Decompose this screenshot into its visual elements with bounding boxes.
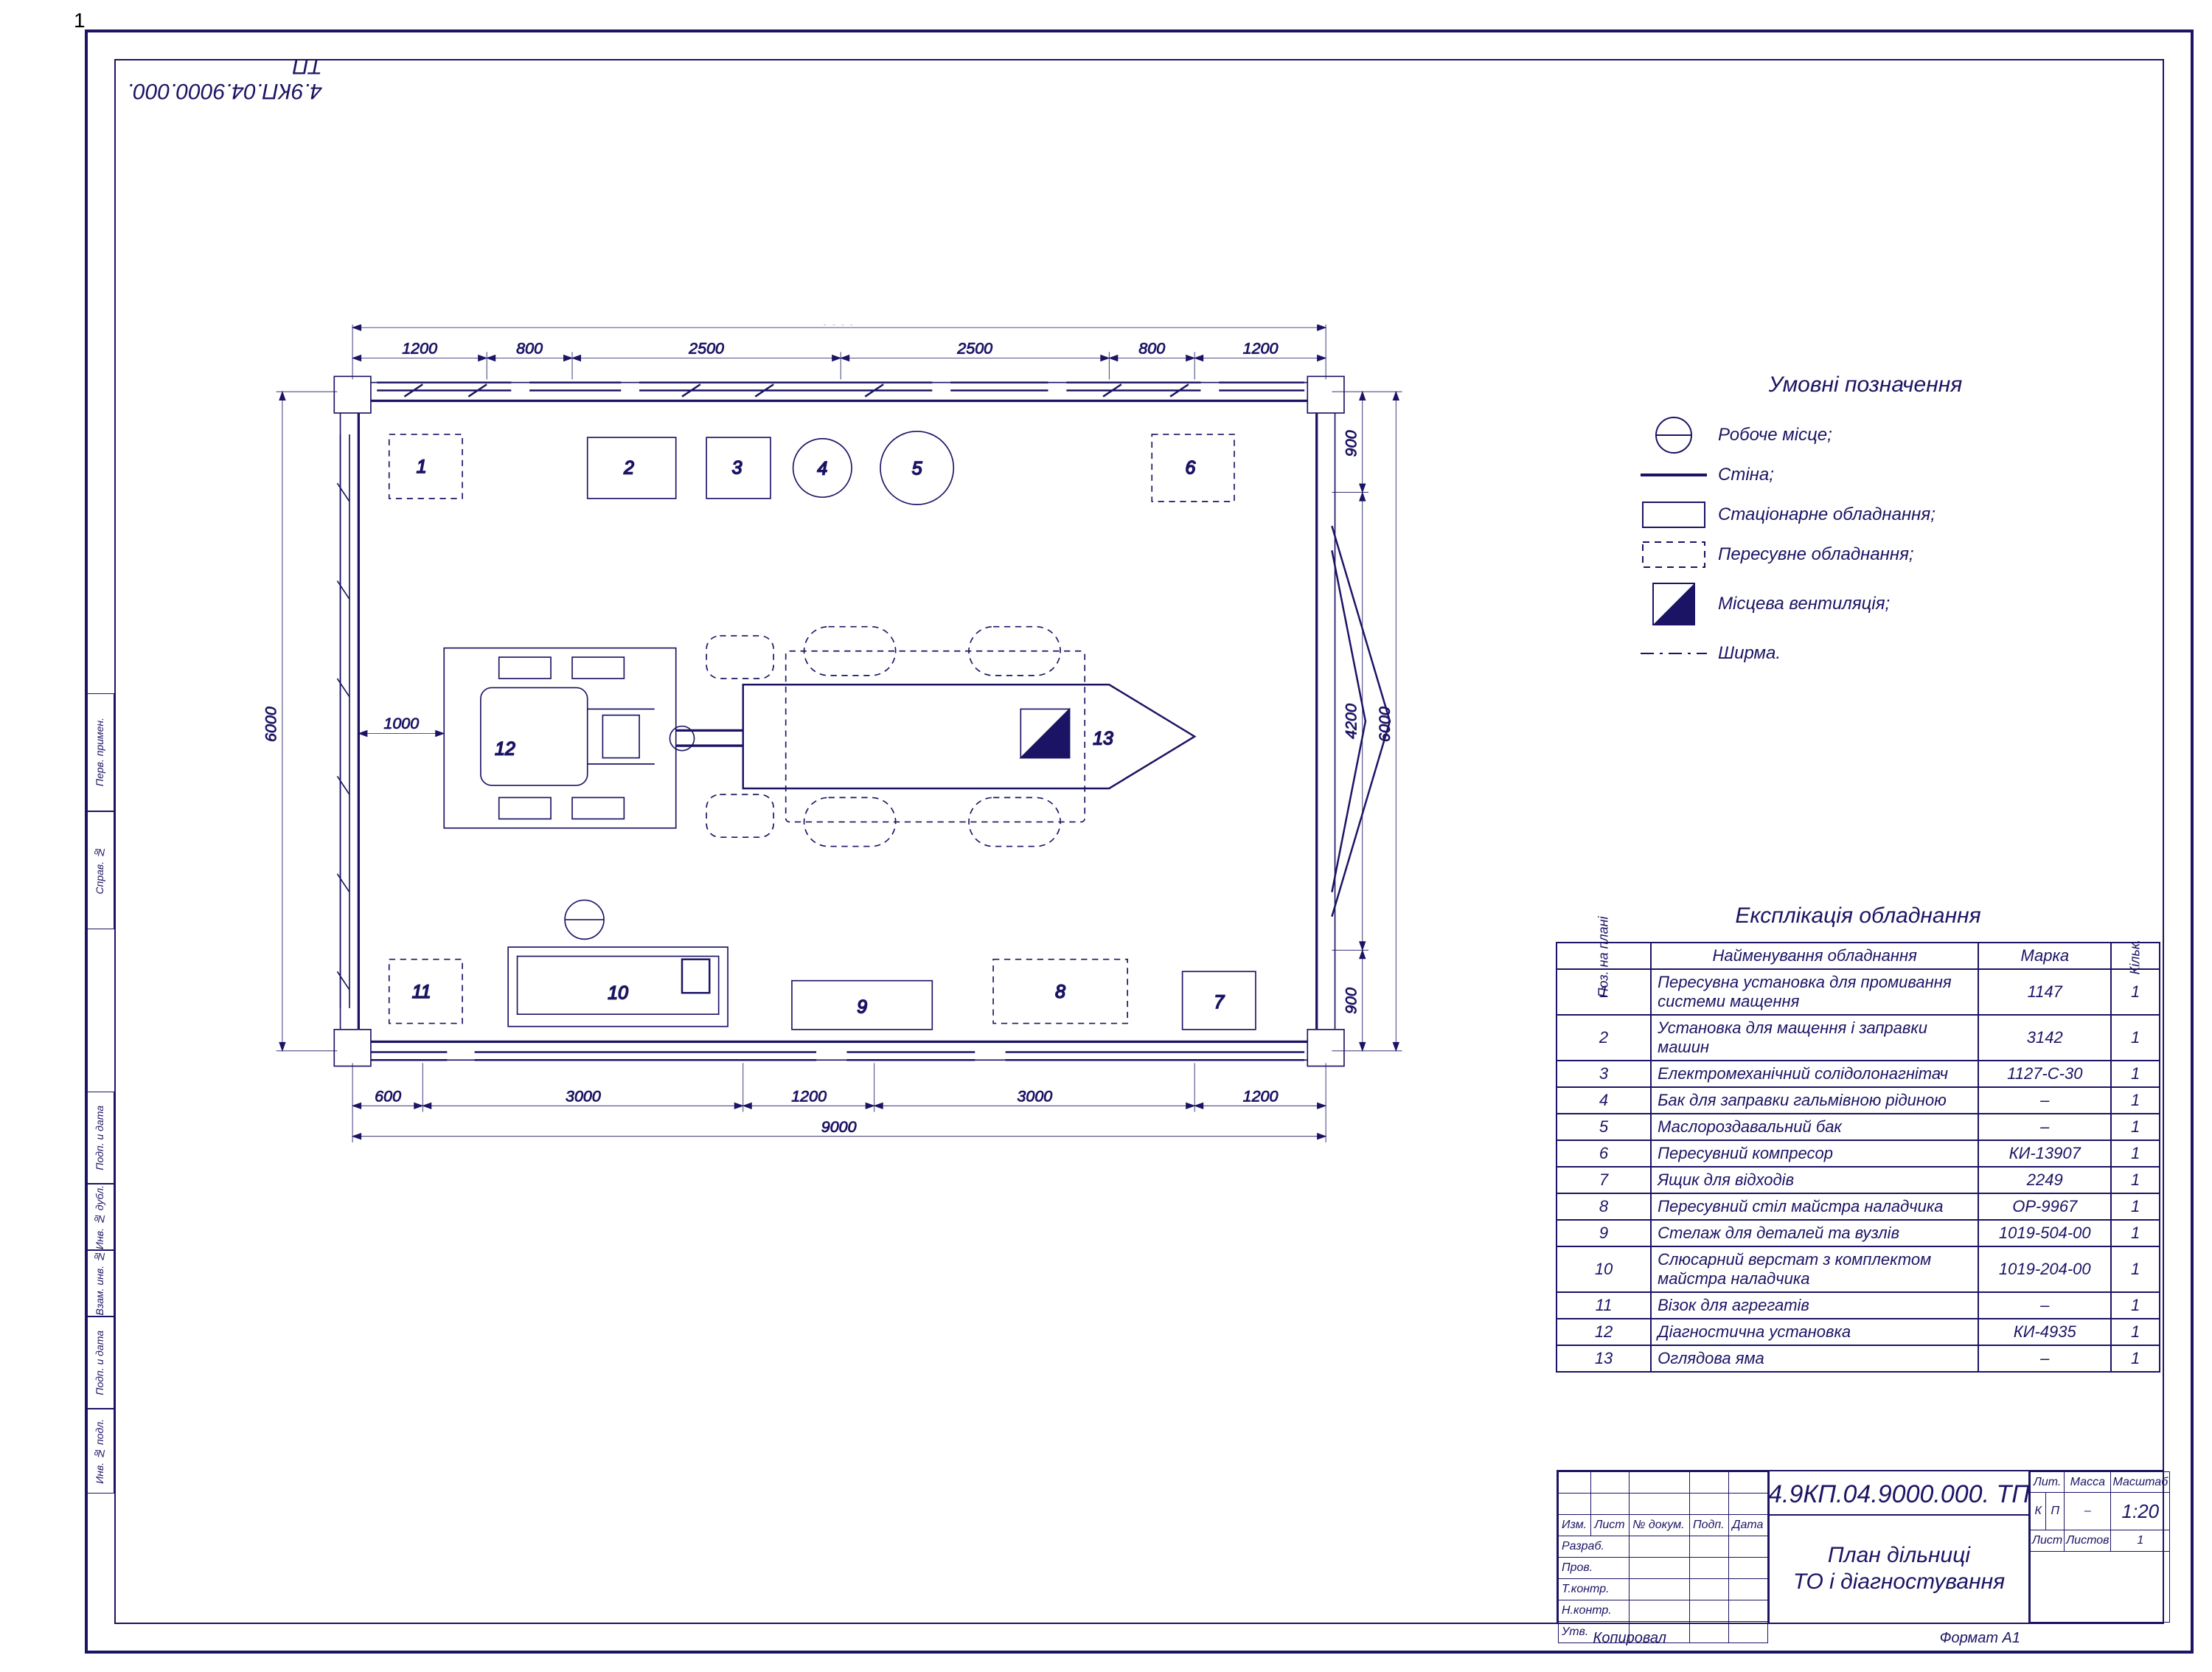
- side-label: Подп. и дата: [94, 1331, 105, 1395]
- table-row: 5Маслороздавальний бак–1: [1557, 1114, 2160, 1140]
- svg-text:6000: 6000: [262, 707, 280, 742]
- title-block: Изм. Лист № докум. Подп. Дата Разраб. Пр…: [1557, 1470, 2164, 1624]
- copy-label: Копировал: [1593, 1630, 1666, 1647]
- svg-text:9000: 9000: [821, 325, 857, 328]
- side-label: Инв. № дубл.: [94, 1185, 105, 1249]
- svg-text:3000: 3000: [566, 1088, 601, 1106]
- col-qty: Кільк.: [2111, 943, 2160, 969]
- svg-text:1000: 1000: [383, 715, 419, 732]
- svg-text:7: 7: [1214, 993, 1225, 1013]
- svg-text:12: 12: [495, 739, 515, 759]
- scale: 1:20: [2111, 1493, 2170, 1530]
- workplace-symbol: [1630, 414, 1718, 456]
- svg-text:2500: 2500: [956, 340, 992, 358]
- svg-text:1200: 1200: [1243, 1088, 1279, 1106]
- svg-text:13: 13: [1093, 729, 1113, 749]
- svg-text:5: 5: [912, 459, 922, 479]
- drawing-code-reverse: 4.9КП.04.9000.000. ТП: [116, 53, 322, 103]
- svg-text:1: 1: [417, 457, 427, 477]
- ventilation-symbol: [1630, 580, 1718, 628]
- svg-text:2: 2: [623, 459, 634, 479]
- svg-text:10: 10: [608, 983, 628, 1003]
- legend-item: Стіна;: [1630, 455, 2101, 495]
- svg-text:800: 800: [516, 340, 543, 358]
- title-block-left: Изм. Лист № докум. Подп. Дата Разраб. Пр…: [1558, 1471, 1770, 1623]
- svg-text:3000: 3000: [1017, 1088, 1052, 1106]
- svg-text:1200: 1200: [1243, 340, 1279, 358]
- table-row: 6Пересувний компресорКИ-139071: [1557, 1140, 2160, 1167]
- svg-text:800: 800: [1138, 340, 1165, 358]
- floor-plan: 1 2 3 4 5 6 12: [203, 325, 1515, 1210]
- top-left-code-box: 4.9КП.04.9000.000. ТП: [114, 59, 322, 96]
- svg-text:900: 900: [1342, 988, 1360, 1014]
- table-row: 11Візок для агрегатів–1: [1557, 1292, 2160, 1319]
- drawing-sheet: 1 4.9КП.04.9000.000. ТП Инв. № подл. Под…: [0, 0, 2212, 1672]
- side-label: Взам. инв. №: [94, 1251, 105, 1315]
- table-row: 3Електромеханічний солідолонагнітач1127-…: [1557, 1061, 2160, 1087]
- svg-text:11: 11: [412, 982, 431, 1002]
- legend: Умовні позначення Робоче місце; Стіна; С…: [1630, 372, 2101, 673]
- svg-text:2500: 2500: [688, 340, 724, 358]
- svg-text:4: 4: [817, 459, 827, 479]
- explication-table: Поз. на плані Найменування обладнання Ма…: [1556, 942, 2160, 1373]
- explication-title: Експлікація обладнання: [1556, 903, 2160, 929]
- svg-text:1200: 1200: [791, 1088, 827, 1106]
- drawing-code: 4.9КП.04.9000.000. ТП: [1768, 1474, 2030, 1516]
- svg-text:3: 3: [732, 459, 742, 479]
- col-pos: Поз. на плані: [1557, 943, 1651, 969]
- table-row: 8Пересувний стіл майстра наладчикаОР-996…: [1557, 1193, 2160, 1220]
- svg-text:900: 900: [1342, 430, 1360, 457]
- page-number: 1: [74, 9, 86, 32]
- legend-item: Ширма.: [1630, 634, 2101, 673]
- svg-text:6: 6: [1185, 459, 1195, 479]
- col-name: Найменування обладнання: [1651, 943, 1978, 969]
- table-row: 13Оглядова яма–1: [1557, 1345, 2160, 1372]
- side-label: Справ. №: [94, 847, 105, 894]
- table-row: 12Діагностична установкаКИ-49351: [1557, 1319, 2160, 1345]
- svg-text:9: 9: [857, 998, 867, 1018]
- side-label: Перв. примен.: [94, 718, 105, 786]
- svg-text:6000: 6000: [1376, 707, 1394, 742]
- screen-symbol: [1630, 650, 1718, 657]
- legend-item: Пересувне обладнання;: [1630, 535, 2101, 575]
- mobile-symbol: [1630, 540, 1718, 569]
- table-row: 10Слюсарний верстат з комплектом майстра…: [1557, 1246, 2160, 1292]
- side-label: Подп. и дата: [94, 1106, 105, 1170]
- side-label: Инв. № подл.: [94, 1419, 105, 1484]
- col-mark: Марка: [1978, 943, 2111, 969]
- svg-text:9000: 9000: [821, 1118, 857, 1136]
- legend-item: Робоче місце;: [1630, 415, 2101, 455]
- table-row: 4Бак для заправки гальмівною рідиною–1: [1557, 1087, 2160, 1114]
- legend-item: Місцева вентиляція;: [1630, 575, 2101, 634]
- table-row: 2Установка для мащення і заправки машин3…: [1557, 1015, 2160, 1061]
- legend-item: Стаціонарне обладнання;: [1630, 495, 2101, 535]
- svg-text:8: 8: [1055, 982, 1065, 1002]
- title-block-right: Лит. Масса Масштаб К П – 1:20 Лист Листо…: [2028, 1471, 2163, 1623]
- svg-text:600: 600: [375, 1088, 401, 1106]
- stationary-symbol: [1630, 500, 1718, 530]
- drawing-title: План дільниці ТО і діагностування: [1768, 1514, 2030, 1623]
- table-row: 9Стелаж для деталей та вузлів1019-504-00…: [1557, 1220, 2160, 1246]
- format-label: Формат А1: [1940, 1630, 2020, 1647]
- svg-text:1200: 1200: [402, 340, 437, 358]
- svg-text:4200: 4200: [1342, 704, 1360, 739]
- table-row: 7Ящик для відходів22491: [1557, 1167, 2160, 1193]
- table-row: 1Пересувна установка для промивання сист…: [1557, 969, 2160, 1015]
- explication: Експлікація обладнання Поз. на плані Най…: [1556, 903, 2160, 1373]
- wall-symbol: [1630, 471, 1718, 479]
- legend-title: Умовні позначення: [1630, 372, 2101, 398]
